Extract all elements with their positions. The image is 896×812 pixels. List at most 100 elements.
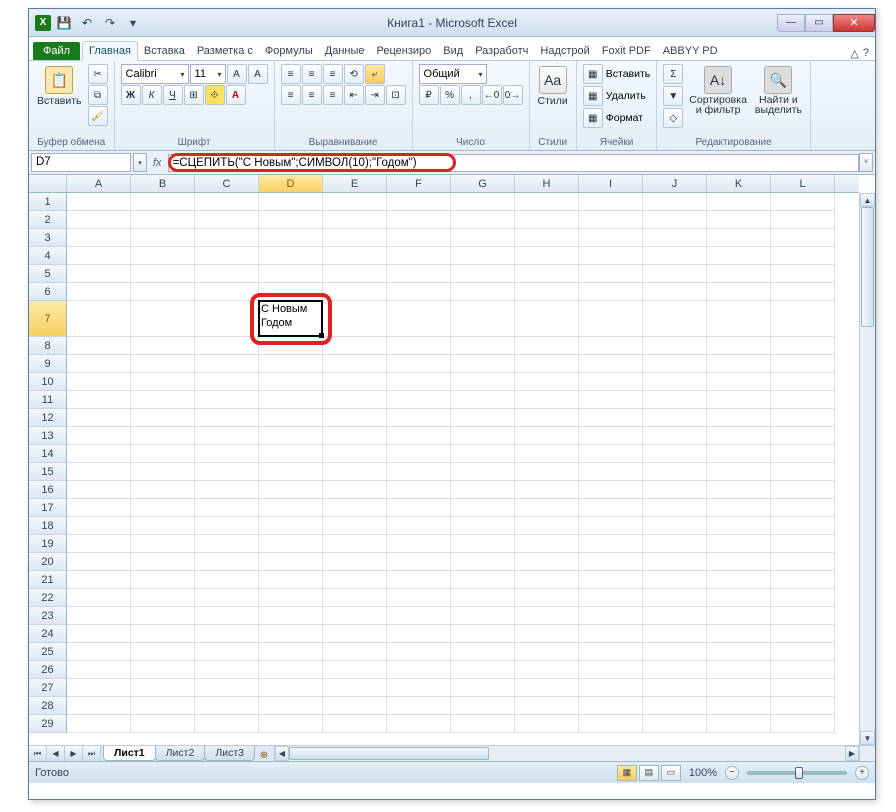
cell-G2[interactable]: [451, 211, 515, 229]
cell-I29[interactable]: [579, 715, 643, 733]
cell-K13[interactable]: [707, 427, 771, 445]
cell-E11[interactable]: [323, 391, 387, 409]
orientation-button[interactable]: ⟲: [344, 64, 364, 84]
sheet-nav-next[interactable]: ▶: [65, 746, 83, 761]
cell-B10[interactable]: [131, 373, 195, 391]
col-header-a[interactable]: A: [67, 175, 131, 192]
cell-E4[interactable]: [323, 247, 387, 265]
cell-I22[interactable]: [579, 589, 643, 607]
cell-C3[interactable]: [195, 229, 259, 247]
font-color-button[interactable]: A: [226, 85, 246, 105]
formula-input[interactable]: =СЦЕПИТЬ("С Новым";СИМВОЛ(10);"Годом"): [168, 154, 859, 172]
row-header-6[interactable]: 6: [29, 283, 67, 301]
cell-B14[interactable]: [131, 445, 195, 463]
cell-K23[interactable]: [707, 607, 771, 625]
row-header-20[interactable]: 20: [29, 553, 67, 571]
cell-E22[interactable]: [323, 589, 387, 607]
row-header-24[interactable]: 24: [29, 625, 67, 643]
cell-H29[interactable]: [515, 715, 579, 733]
cell-D9[interactable]: [259, 355, 323, 373]
cell-D14[interactable]: [259, 445, 323, 463]
cell-I9[interactable]: [579, 355, 643, 373]
cell-F23[interactable]: [387, 607, 451, 625]
cell-G14[interactable]: [451, 445, 515, 463]
cell-H21[interactable]: [515, 571, 579, 589]
cell-L6[interactable]: [771, 283, 835, 301]
cell-H2[interactable]: [515, 211, 579, 229]
cell-E27[interactable]: [323, 679, 387, 697]
cell-C20[interactable]: [195, 553, 259, 571]
cell-E10[interactable]: [323, 373, 387, 391]
cell-A21[interactable]: [67, 571, 131, 589]
cell-H4[interactable]: [515, 247, 579, 265]
cell-F7[interactable]: [387, 301, 451, 337]
cell-I3[interactable]: [579, 229, 643, 247]
cell-A1[interactable]: [67, 193, 131, 211]
cell-D11[interactable]: [259, 391, 323, 409]
shrink-font-button[interactable]: A: [248, 64, 268, 84]
cell-C28[interactable]: [195, 697, 259, 715]
cell-I13[interactable]: [579, 427, 643, 445]
cell-A12[interactable]: [67, 409, 131, 427]
cell-C26[interactable]: [195, 661, 259, 679]
sheet-tab-2[interactable]: Лист2: [155, 746, 206, 761]
cell-F8[interactable]: [387, 337, 451, 355]
cell-D2[interactable]: [259, 211, 323, 229]
cell-J17[interactable]: [643, 499, 707, 517]
cell-H25[interactable]: [515, 643, 579, 661]
cell-D24[interactable]: [259, 625, 323, 643]
cell-I21[interactable]: [579, 571, 643, 589]
cell-B6[interactable]: [131, 283, 195, 301]
align-center-button[interactable]: ≡: [302, 85, 322, 105]
cell-G5[interactable]: [451, 265, 515, 283]
cell-C9[interactable]: [195, 355, 259, 373]
cell-K21[interactable]: [707, 571, 771, 589]
cell-D17[interactable]: [259, 499, 323, 517]
border-button[interactable]: ⊞: [184, 85, 204, 105]
page-layout-view-button[interactable]: ▤: [639, 765, 659, 781]
copy-button[interactable]: ⧉: [88, 85, 108, 105]
cell-D23[interactable]: [259, 607, 323, 625]
cell-G25[interactable]: [451, 643, 515, 661]
cell-F3[interactable]: [387, 229, 451, 247]
cell-A8[interactable]: [67, 337, 131, 355]
cell-K26[interactable]: [707, 661, 771, 679]
cell-C6[interactable]: [195, 283, 259, 301]
cell-E2[interactable]: [323, 211, 387, 229]
cell-I11[interactable]: [579, 391, 643, 409]
cell-L2[interactable]: [771, 211, 835, 229]
col-header-l[interactable]: L: [771, 175, 835, 192]
italic-button[interactable]: К: [142, 85, 162, 105]
cell-D16[interactable]: [259, 481, 323, 499]
cell-K8[interactable]: [707, 337, 771, 355]
cell-B1[interactable]: [131, 193, 195, 211]
cell-B3[interactable]: [131, 229, 195, 247]
cell-G20[interactable]: [451, 553, 515, 571]
zoom-slider[interactable]: [747, 771, 847, 775]
align-top-button[interactable]: ≡: [281, 64, 301, 84]
cell-L11[interactable]: [771, 391, 835, 409]
cell-H23[interactable]: [515, 607, 579, 625]
cell-E18[interactable]: [323, 517, 387, 535]
cell-F29[interactable]: [387, 715, 451, 733]
cell-G21[interactable]: [451, 571, 515, 589]
cell-K27[interactable]: [707, 679, 771, 697]
indent-right-button[interactable]: ⇥: [365, 85, 385, 105]
cell-D26[interactable]: [259, 661, 323, 679]
row-header-18[interactable]: 18: [29, 517, 67, 535]
row-header-9[interactable]: 9: [29, 355, 67, 373]
ribbon-minimize-icon[interactable]: △: [850, 47, 858, 60]
cell-C8[interactable]: [195, 337, 259, 355]
cell-J29[interactable]: [643, 715, 707, 733]
sheet-tab-3[interactable]: Лист3: [204, 746, 255, 761]
cell-A10[interactable]: [67, 373, 131, 391]
cell-K11[interactable]: [707, 391, 771, 409]
fill-button[interactable]: ▼: [663, 86, 683, 106]
cell-D22[interactable]: [259, 589, 323, 607]
cell-F20[interactable]: [387, 553, 451, 571]
decrease-decimal-button[interactable]: 0→: [503, 85, 523, 105]
row-header-29[interactable]: 29: [29, 715, 67, 733]
cell-L22[interactable]: [771, 589, 835, 607]
cell-E6[interactable]: [323, 283, 387, 301]
cell-I1[interactable]: [579, 193, 643, 211]
